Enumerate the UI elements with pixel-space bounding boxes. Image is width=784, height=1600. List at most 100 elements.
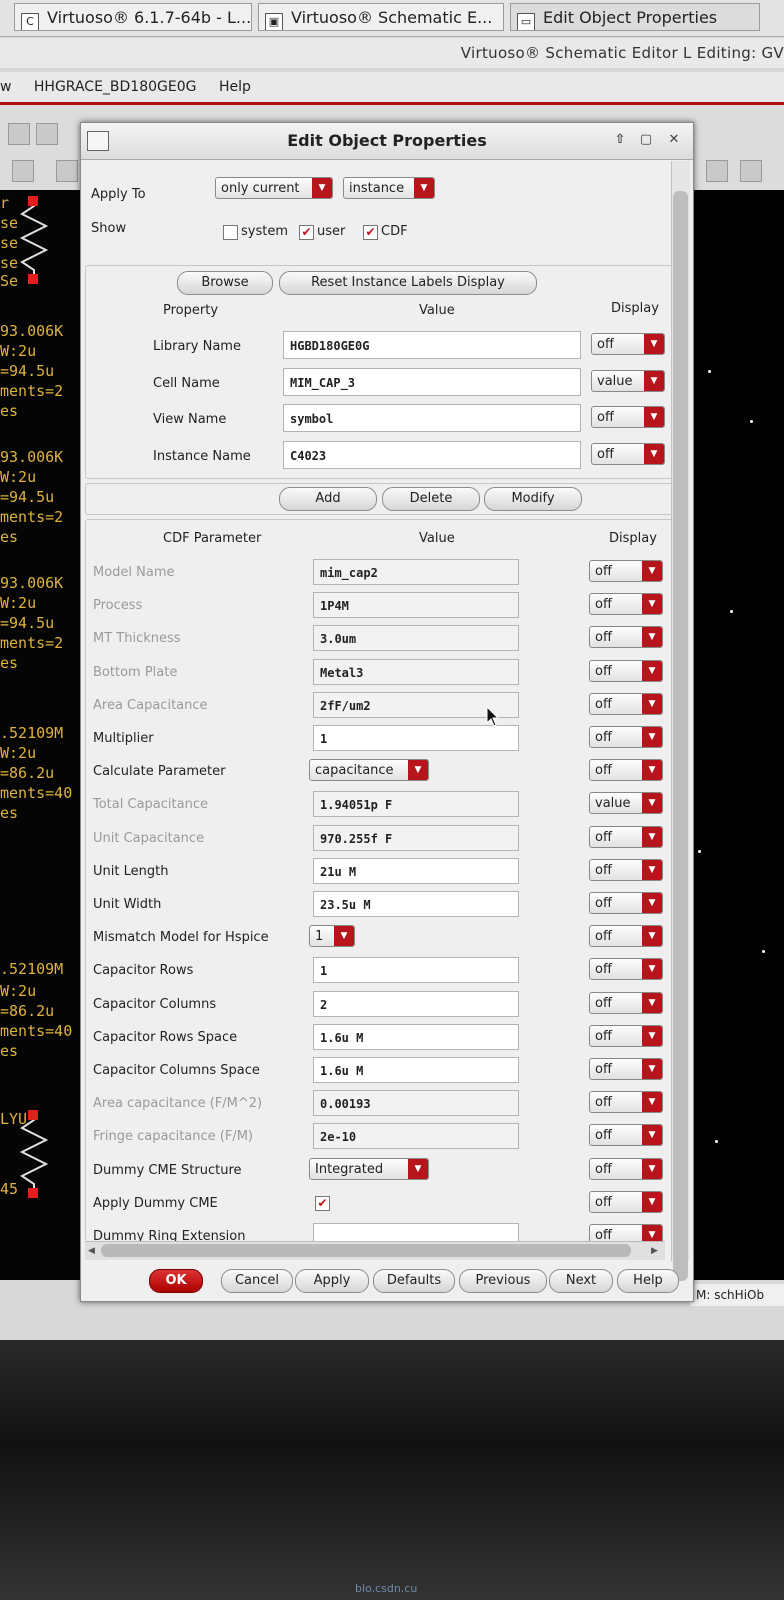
browse-button[interactable]: Browse	[177, 271, 273, 295]
help-window-icon[interactable]: ⇧	[611, 131, 629, 149]
cdf-param-name: Bottom Plate	[93, 664, 178, 680]
resistor-symbol-icon[interactable]	[18, 1110, 58, 1200]
next-button[interactable]: Next	[549, 1269, 613, 1293]
cdf-display-select[interactable]: off ▼	[589, 1124, 663, 1147]
cdf-value-field: 0.00193	[313, 1090, 519, 1117]
scroll-thumb[interactable]	[673, 191, 688, 1281]
cdf-display-select[interactable]: off ▼	[589, 958, 663, 981]
display-select[interactable]: off ▼	[591, 333, 665, 355]
property-value-field[interactable]: HGBD180GE0G	[283, 331, 581, 359]
cdf-value-field[interactable]: 1.6u M	[313, 1023, 519, 1050]
cdf-display-select[interactable]: off ▼	[589, 593, 663, 616]
cdf-value-checkbox[interactable]: ✔	[315, 1195, 330, 1211]
canvas-annotation: ments=40	[0, 784, 73, 802]
cdf-param-name: Unit Length	[93, 863, 169, 879]
check-icon[interactable]	[56, 160, 78, 182]
cdf-value-field[interactable]: 2	[313, 990, 519, 1017]
chevron-down-icon: ▼	[642, 826, 662, 847]
cdf-display-select[interactable]: off ▼	[589, 759, 663, 782]
cdf-value-select[interactable]: capacitance ▼	[309, 759, 429, 782]
cdf-value-field[interactable]: 1.6u M	[313, 1057, 519, 1083]
cdf-value-field[interactable]: 1	[313, 957, 519, 984]
cdf-display-select[interactable]: off ▼	[589, 1058, 663, 1080]
cdf-display-select[interactable]: off ▼	[589, 659, 663, 682]
pencil-icon[interactable]	[36, 123, 58, 145]
reset-labels-display-button[interactable]: Reset Instance Labels Display	[279, 271, 537, 295]
property-value-field[interactable]: symbol	[283, 404, 581, 432]
canvas-annotation: es	[0, 654, 19, 672]
property-name: Cell Name	[153, 375, 220, 391]
property-value-field[interactable]: C4023	[283, 440, 581, 469]
menu-item-help[interactable]: Help	[219, 79, 251, 95]
show-user-checkbox[interactable]: ✔	[299, 225, 314, 240]
resistor-symbol-icon[interactable]	[18, 196, 58, 286]
cdf-display-select[interactable]: value ▼	[589, 792, 663, 815]
scroll-left-icon[interactable]: ◀	[88, 1242, 95, 1260]
combo-value: off	[595, 1194, 612, 1210]
help-button[interactable]: Help	[617, 1269, 679, 1293]
chevron-down-icon: ▼	[644, 407, 664, 427]
cdf-display-select[interactable]: off ▼	[589, 858, 663, 881]
cdf-display-select[interactable]: off ▼	[589, 892, 663, 914]
scroll-thumb[interactable]	[101, 1244, 631, 1257]
dialog-titlebar[interactable]: Edit Object Properties ⇧ ▢ ✕	[81, 123, 693, 160]
canvas-annotation: es	[0, 804, 19, 822]
view-icon[interactable]	[12, 160, 34, 182]
canvas-annotation: =94.5u	[0, 488, 55, 506]
vertical-scrollbar[interactable]	[671, 161, 690, 1281]
canvas-annotation: =94.5u	[0, 614, 55, 632]
cdf-display-select[interactable]: off ▼	[589, 726, 663, 748]
menu-item-hhgrace[interactable]: HHGRACE_BD180GE0G	[34, 79, 197, 95]
cdf-param-name: Total Capacitance	[93, 797, 208, 813]
display-select[interactable]: value ▼	[591, 369, 665, 392]
combo-value: off	[595, 696, 612, 712]
modify-button[interactable]: Modify	[484, 487, 582, 511]
maximize-icon[interactable]: ▢	[637, 131, 655, 149]
canvas-annotation: =94.5u	[0, 362, 55, 380]
ok-button[interactable]: OK	[149, 1269, 203, 1293]
taskbar-tab-virtuoso-main[interactable]: C Virtuoso® 6.1.7-64b - L...	[14, 3, 252, 31]
close-icon[interactable]: ✕	[665, 131, 683, 149]
menu-item-window[interactable]: w	[0, 79, 11, 95]
taskbar-tab-edit-properties[interactable]: ▭ Edit Object Properties	[510, 3, 760, 31]
cdf-display-select[interactable]: off ▼	[589, 560, 663, 582]
tool-icon[interactable]	[706, 160, 728, 182]
apply-button[interactable]: Apply	[295, 1269, 369, 1293]
cdf-value-field[interactable]: 1	[313, 725, 519, 751]
cdf-param-name: Fringe capacitance (F/M)	[93, 1129, 253, 1145]
cdf-value-field[interactable]: 23.5u M	[313, 891, 519, 917]
property-value-field[interactable]: MIM_CAP_3	[283, 367, 581, 396]
tool-icon[interactable]	[740, 160, 762, 182]
cdf-value-select[interactable]: 1 ▼	[309, 925, 355, 948]
scroll-right-icon[interactable]: ▶	[651, 1242, 658, 1260]
schematic-canvas-left[interactable]: r se se se Se 93.006K W:2u =94.5u ments=2 es 93.00…	[0, 190, 84, 1280]
chevron-down-icon: ▼	[642, 992, 662, 1013]
cdf-display-select[interactable]: off ▼	[589, 825, 663, 848]
add-button[interactable]: Add	[279, 487, 377, 511]
schematic-canvas-right[interactable]	[690, 190, 784, 1280]
defaults-button[interactable]: Defaults	[373, 1269, 455, 1293]
cdf-display-select[interactable]: off ▼	[589, 626, 663, 649]
horizontal-scrollbar[interactable]: ◀ ▶	[85, 1241, 665, 1260]
cdf-display-select[interactable]: off ▼	[589, 925, 663, 948]
cdf-display-select[interactable]: off ▼	[589, 1157, 663, 1180]
display-select[interactable]: off ▼	[591, 442, 665, 465]
chevron-down-icon: ▼	[642, 760, 662, 781]
show-cdf-checkbox[interactable]: ✔	[363, 225, 378, 240]
apply-to-scope-select[interactable]: only current ▼	[215, 177, 333, 199]
cdf-display-select[interactable]: off ▼	[589, 991, 663, 1014]
apply-to-type-select[interactable]: instance ▼	[343, 177, 435, 199]
cdf-display-select[interactable]: off ▼	[589, 1024, 663, 1047]
display-select[interactable]: off ▼	[591, 406, 665, 428]
show-system-checkbox[interactable]	[223, 225, 238, 240]
undo-icon[interactable]	[8, 123, 30, 145]
cdf-display-select[interactable]: off ▼	[589, 1190, 663, 1213]
cdf-value-field[interactable]: 21u M	[313, 857, 519, 884]
previous-button[interactable]: Previous	[459, 1269, 547, 1293]
taskbar-tab-schematic[interactable]: ▣ Virtuoso® Schematic E...	[258, 3, 504, 31]
cdf-display-select[interactable]: off ▼	[589, 692, 663, 715]
cancel-button[interactable]: Cancel	[221, 1269, 293, 1293]
delete-button[interactable]: Delete	[382, 487, 480, 511]
cdf-display-select[interactable]: off ▼	[589, 1091, 663, 1114]
cdf-value-select[interactable]: Integrated ▼	[309, 1157, 429, 1180]
